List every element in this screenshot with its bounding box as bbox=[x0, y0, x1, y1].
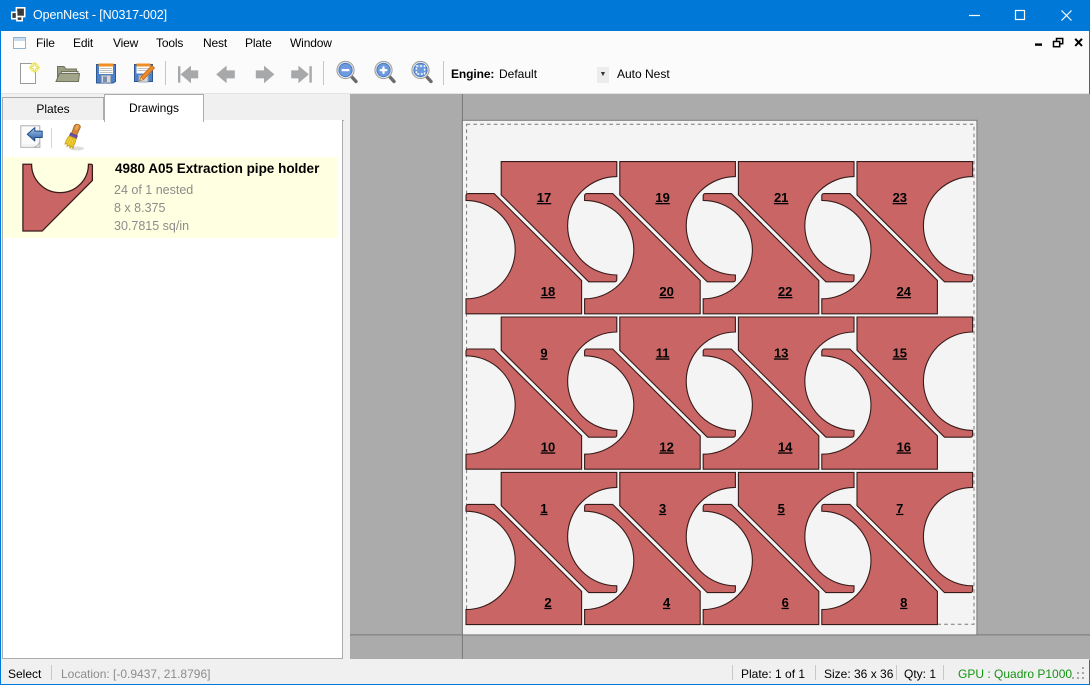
svg-text:13: 13 bbox=[774, 345, 788, 360]
svg-text:1: 1 bbox=[540, 501, 547, 516]
svg-text:20: 20 bbox=[659, 284, 673, 299]
svg-text:8: 8 bbox=[900, 595, 907, 610]
svg-text:11: 11 bbox=[656, 345, 670, 360]
svg-text:22: 22 bbox=[778, 284, 792, 299]
svg-text:14: 14 bbox=[778, 439, 793, 454]
svg-text:21: 21 bbox=[774, 190, 788, 205]
svg-text:19: 19 bbox=[655, 190, 669, 205]
svg-text:12: 12 bbox=[659, 439, 673, 454]
svg-text:3: 3 bbox=[659, 501, 666, 516]
svg-text:23: 23 bbox=[893, 190, 907, 205]
svg-text:24: 24 bbox=[897, 284, 912, 299]
svg-text:9: 9 bbox=[540, 345, 547, 360]
svg-text:7: 7 bbox=[896, 501, 903, 516]
svg-text:16: 16 bbox=[897, 439, 911, 454]
svg-text:15: 15 bbox=[893, 345, 907, 360]
svg-text:5: 5 bbox=[778, 501, 785, 516]
svg-text:6: 6 bbox=[782, 595, 789, 610]
svg-text:2: 2 bbox=[544, 595, 551, 610]
svg-text:4: 4 bbox=[663, 595, 671, 610]
svg-text:17: 17 bbox=[537, 190, 551, 205]
svg-text:10: 10 bbox=[541, 439, 555, 454]
svg-text:18: 18 bbox=[541, 284, 555, 299]
